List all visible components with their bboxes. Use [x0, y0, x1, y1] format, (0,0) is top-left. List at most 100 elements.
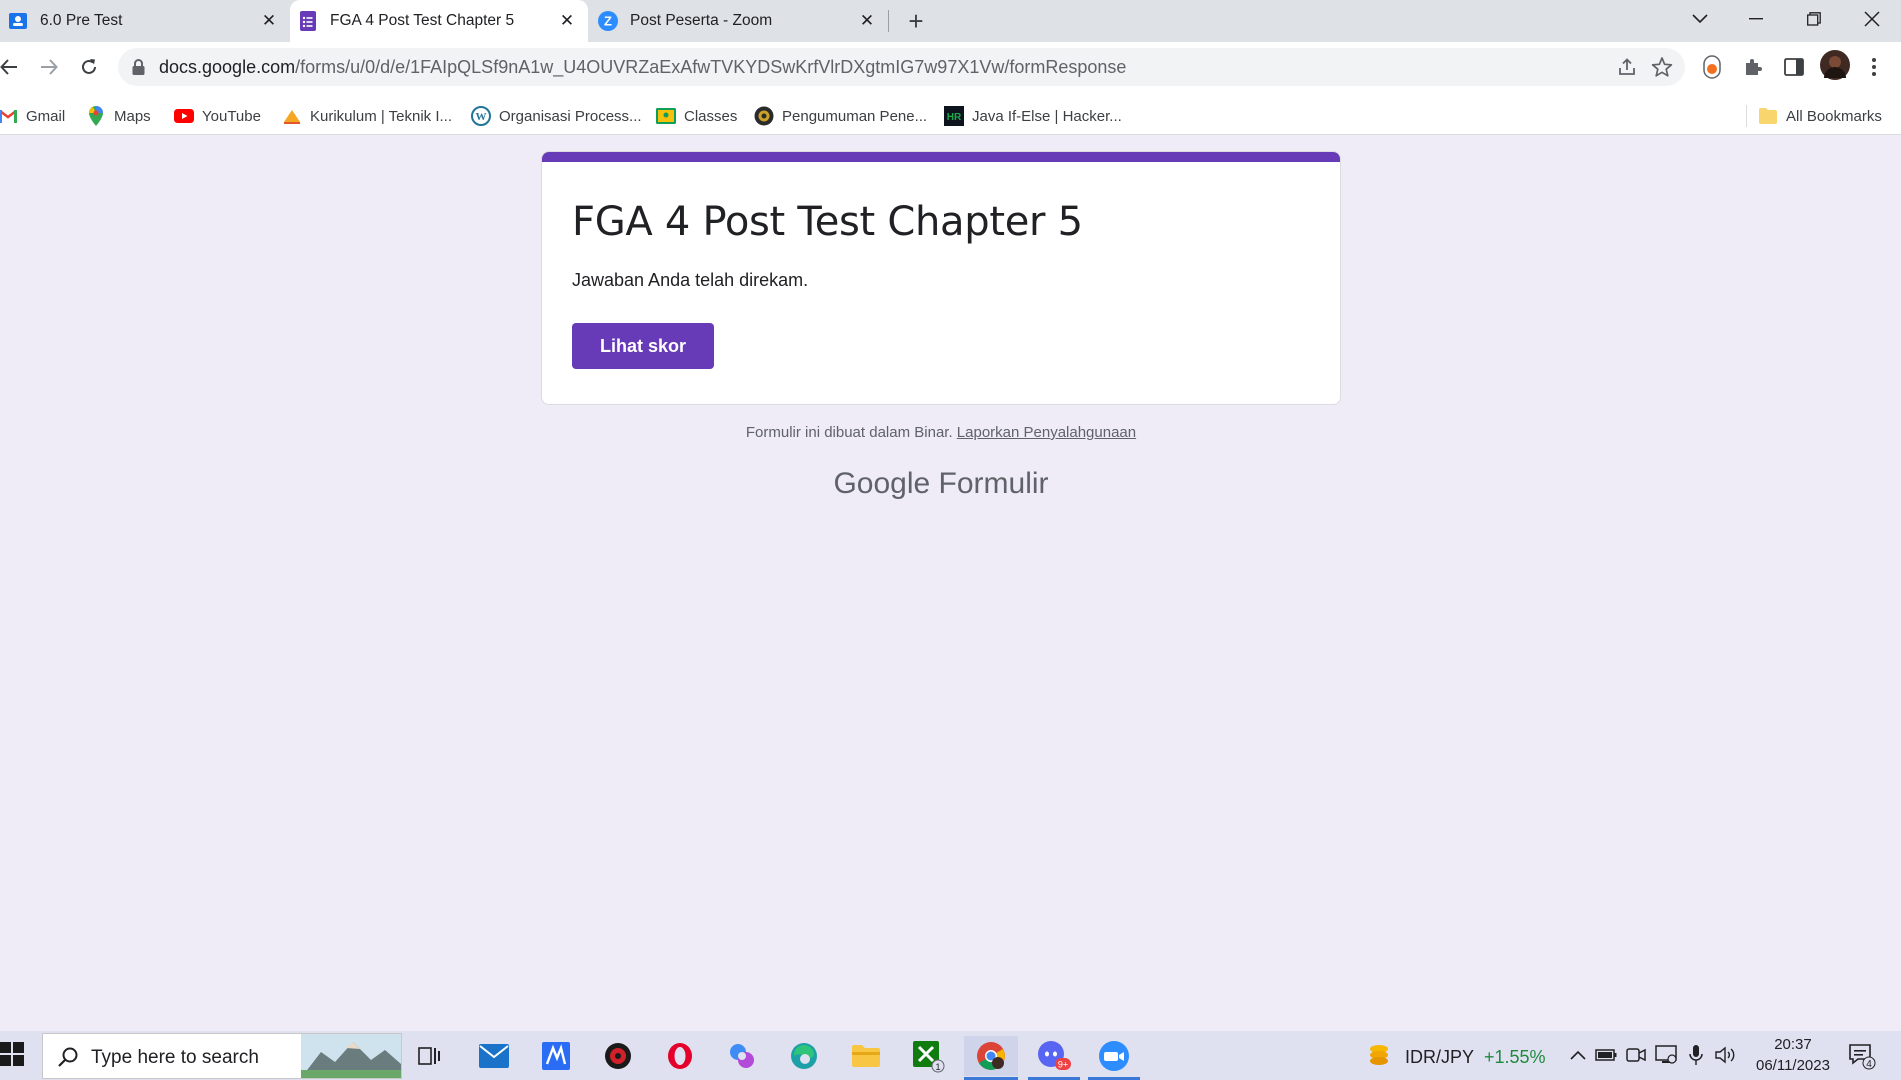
copilot-icon: [730, 1044, 754, 1068]
tab-title: 6.0 Pre Test: [40, 12, 123, 29]
chrome-browser[interactable]: [964, 1036, 1018, 1080]
browser-toolbar: docs.google.com/forms/u/0/d/e/1FAIpQLSf9…: [0, 42, 1901, 96]
code-editor-app[interactable]: [536, 1036, 576, 1076]
folder-icon: [1758, 106, 1778, 126]
lock-icon[interactable]: [132, 59, 145, 80]
currency-ticker-widget[interactable]: IDR/JPY +1.55%: [1367, 1043, 1546, 1072]
tab-title: Post Peserta - Zoom: [630, 12, 773, 29]
forward-button[interactable]: [32, 50, 66, 84]
gmail-icon: [0, 106, 18, 126]
opera-browser[interactable]: [660, 1036, 700, 1076]
minimize-button[interactable]: [1730, 0, 1782, 38]
address-bar[interactable]: docs.google.com/forms/u/0/d/e/1FAIpQLSf9…: [118, 48, 1685, 86]
close-icon[interactable]: ✕: [556, 10, 578, 32]
discord-app[interactable]: 9+: [1028, 1036, 1080, 1080]
file-explorer[interactable]: [846, 1036, 886, 1076]
copilot-app[interactable]: [722, 1036, 762, 1076]
all-bookmarks-button[interactable]: All Bookmarks: [1758, 104, 1882, 128]
hackerrank-icon: HR: [944, 106, 964, 126]
system-clock[interactable]: 20:37 06/11/2023: [1756, 1034, 1830, 1076]
form-title: FGA 4 Post Test Chapter 5: [572, 199, 1083, 245]
profile-avatar[interactable]: [1820, 50, 1850, 80]
minimize-icon: [1749, 18, 1763, 20]
extensions-puzzle-icon[interactable]: [1740, 54, 1766, 80]
back-arrow-icon: [0, 59, 17, 75]
restore-button[interactable]: [1788, 0, 1840, 38]
bookmark-gmail[interactable]: Gmail: [0, 104, 65, 128]
view-score-button[interactable]: Lihat skor: [572, 323, 714, 369]
svg-text:Z: Z: [604, 14, 612, 29]
clock-date: 06/11/2023: [1756, 1057, 1830, 1074]
close-window-button[interactable]: [1846, 0, 1898, 38]
form-footer: Formulir ini dibuat dalam Binar. Laporka…: [0, 424, 1882, 441]
bookmark-pengumuman[interactable]: Pengumuman Pene...: [754, 104, 927, 128]
ticker-change: +1.55%: [1484, 1047, 1546, 1067]
bookmark-separator: [1746, 104, 1747, 128]
tab-pre-test[interactable]: 6.0 Pre Test ✕: [0, 0, 290, 42]
taskbar-search-box[interactable]: Type here to search: [42, 1033, 402, 1079]
meet-now-icon[interactable]: [1624, 1043, 1648, 1067]
mail-app[interactable]: [474, 1036, 514, 1076]
bookmarks-bar: Gmail Maps YouTube Kurikulum | Teknik I.…: [0, 96, 1901, 135]
zoom-app[interactable]: [1088, 1036, 1140, 1080]
maps-icon: [86, 106, 106, 126]
notification-icon: 4: [1849, 1044, 1876, 1070]
xbox-app[interactable]: 1: [908, 1036, 948, 1076]
svg-text:HR: HR: [947, 112, 962, 123]
chevron-up-icon: [1570, 1050, 1586, 1060]
extension-honey-icon[interactable]: [1699, 54, 1725, 80]
show-hidden-icons-button[interactable]: [1566, 1043, 1590, 1067]
search-highlight-mountains-icon: [301, 1034, 401, 1078]
bookmark-maps[interactable]: Maps: [86, 104, 151, 128]
task-view-icon: [418, 1047, 440, 1065]
notification-count: 4: [1866, 1059, 1872, 1070]
zoom-icon: Z: [598, 11, 618, 31]
mail-icon: [479, 1044, 509, 1068]
bookmark-classes[interactable]: Classes: [656, 104, 737, 128]
bookmark-kurikulum[interactable]: Kurikulum | Teknik I...: [282, 104, 452, 128]
tab-fga-post-test[interactable]: FGA 4 Post Test Chapter 5 ✕: [290, 0, 588, 42]
restore-icon: [1807, 12, 1821, 26]
bookmark-hackerrank[interactable]: HR Java If-Else | Hacker...: [944, 104, 1122, 128]
tab-zoom[interactable]: Z Post Peserta - Zoom ✕: [590, 0, 888, 42]
kebab-menu-icon[interactable]: [1861, 54, 1887, 80]
battery-icon[interactable]: [1594, 1043, 1618, 1067]
university-icon: [754, 106, 774, 126]
task-view-button[interactable]: [410, 1036, 450, 1076]
google-forms-icon: [298, 11, 318, 31]
close-icon[interactable]: ✕: [856, 10, 878, 32]
share-icon[interactable]: [1617, 57, 1637, 82]
reload-button[interactable]: [72, 50, 106, 84]
bookmark-label: Java If-Else | Hacker...: [972, 107, 1122, 125]
network-icon[interactable]: [1654, 1043, 1678, 1067]
game-app[interactable]: [598, 1036, 638, 1076]
bookmark-youtube[interactable]: YouTube: [174, 104, 261, 128]
bookmark-label: YouTube: [202, 107, 261, 125]
close-icon[interactable]: ✕: [258, 10, 280, 32]
side-panel-icon[interactable]: [1781, 54, 1807, 80]
notification-center-button[interactable]: 4: [1848, 1042, 1876, 1075]
microphone-icon[interactable]: [1684, 1043, 1708, 1067]
report-abuse-link[interactable]: Laporkan Penyalahgunaan: [957, 424, 1136, 441]
browser-tab-strip: 6.0 Pre Test ✕ FGA 4 Post Test Chapter 5…: [0, 0, 1901, 42]
form-confirmation-card: FGA 4 Post Test Chapter 5 Jawaban Anda t…: [541, 151, 1341, 405]
editor-icon: [542, 1042, 570, 1070]
bookmark-label: Maps: [114, 107, 151, 125]
windows-taskbar: Type here to search 1 9+ IDR/JPY +1.55% …: [0, 1031, 1901, 1080]
bookmark-organisasi[interactable]: W Organisasi Process...: [471, 104, 642, 128]
tab-search-button[interactable]: [1674, 0, 1726, 38]
windows-logo-icon: [0, 1042, 24, 1066]
bookmark-label: Pengumuman Pene...: [782, 107, 928, 125]
new-tab-button[interactable]: +: [902, 6, 930, 36]
start-button[interactable]: [0, 1041, 26, 1067]
tab-title: FGA 4 Post Test Chapter 5: [330, 12, 515, 29]
bookmark-label: Gmail: [26, 107, 66, 125]
volume-icon[interactable]: [1714, 1043, 1738, 1067]
bookmark-label: Classes: [684, 107, 738, 125]
tab-separator: [888, 10, 889, 32]
google-forms-logo[interactable]: Google Formulir: [0, 467, 1882, 501]
edge-browser[interactable]: [784, 1036, 824, 1076]
bookmark-star-icon[interactable]: [1651, 56, 1673, 83]
back-button[interactable]: [0, 50, 26, 84]
clock-time: 20:37: [1774, 1036, 1812, 1053]
